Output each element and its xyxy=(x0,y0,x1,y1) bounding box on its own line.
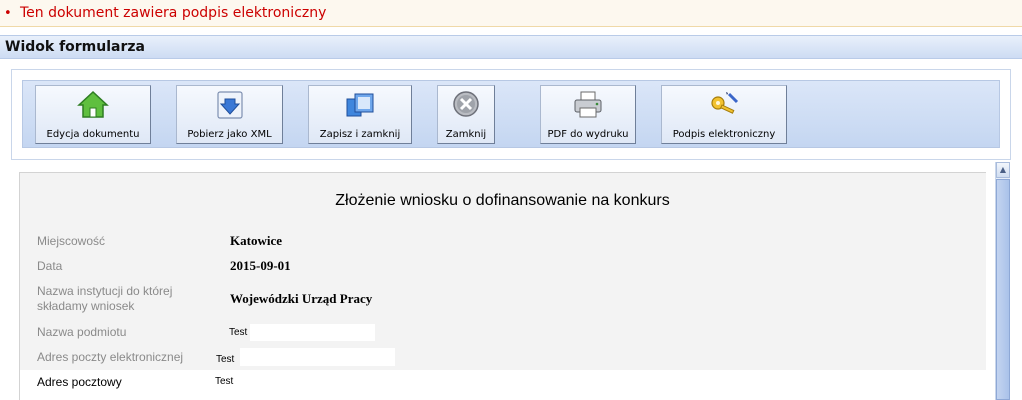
download-xml-button[interactable]: Pobierz jako XML xyxy=(176,85,283,144)
download-icon xyxy=(216,91,243,119)
field-value-email: Test xyxy=(216,354,235,365)
field-label-institution-line2: składamy wniosek xyxy=(37,299,135,313)
field-value-locality: Katowice xyxy=(230,233,282,248)
edit-document-label: Edycja dokumentu xyxy=(46,129,140,140)
key-pen-icon xyxy=(711,92,739,114)
notice-bullet: • xyxy=(4,6,12,21)
close-icon xyxy=(453,91,479,117)
edit-document-button[interactable]: Edycja dokumentu xyxy=(35,85,151,144)
pdf-print-label: PDF do wydruku xyxy=(547,129,629,140)
field-label-date: Data xyxy=(37,259,63,273)
save-close-icon xyxy=(346,93,374,117)
field-label-entity-name: Nazwa podmiotu xyxy=(37,325,127,339)
field-label-postal-address: Adres pocztowy xyxy=(37,375,122,389)
field-value-entity-name: Test xyxy=(229,327,248,338)
field-label-locality: Miejscowość xyxy=(37,234,106,248)
view-header-title: Widok formularza xyxy=(5,39,145,55)
field-label-institution-line1: Nazwa instytucji do której xyxy=(37,284,173,298)
pdf-print-button[interactable]: PDF do wydruku xyxy=(540,85,636,144)
view-header: Widok formularza xyxy=(0,35,1022,59)
field-label-email: Adres poczty elektronicznej xyxy=(37,350,184,364)
field-value-institution: Wojewódzki Urząd Pracy xyxy=(230,291,373,306)
form-title: Złożenie wniosku o dofinansowanie na kon… xyxy=(335,192,670,209)
field-value-date: 2015-09-01 xyxy=(230,258,291,273)
printer-icon xyxy=(574,91,602,118)
postal-address-row xyxy=(20,370,986,400)
scroll-up-arrow-icon[interactable]: ▲ xyxy=(996,162,1010,178)
entity-name-redaction xyxy=(250,324,375,341)
electronic-signature-button[interactable]: Podpis elektroniczny xyxy=(661,85,787,144)
electronic-signature-label: Podpis elektroniczny xyxy=(672,129,776,140)
close-label: Zamknij xyxy=(445,129,487,140)
save-and-close-label: Zapisz i zamknij xyxy=(319,129,401,140)
save-and-close-button[interactable]: Zapisz i zamknij xyxy=(308,85,412,144)
home-icon xyxy=(77,90,109,118)
scrollbar-thumb[interactable] xyxy=(996,179,1010,400)
field-value-postal-address: Test xyxy=(215,376,234,387)
notice-text: Ten dokument zawiera podpis elektroniczn… xyxy=(20,5,327,21)
download-xml-label: Pobierz jako XML xyxy=(187,129,272,140)
signature-notice: • Ten dokument zawiera podpis elektronicz… xyxy=(0,0,1022,27)
email-redaction xyxy=(240,348,395,366)
toolbar xyxy=(22,80,1000,148)
close-button[interactable]: Zamknij xyxy=(437,85,495,144)
